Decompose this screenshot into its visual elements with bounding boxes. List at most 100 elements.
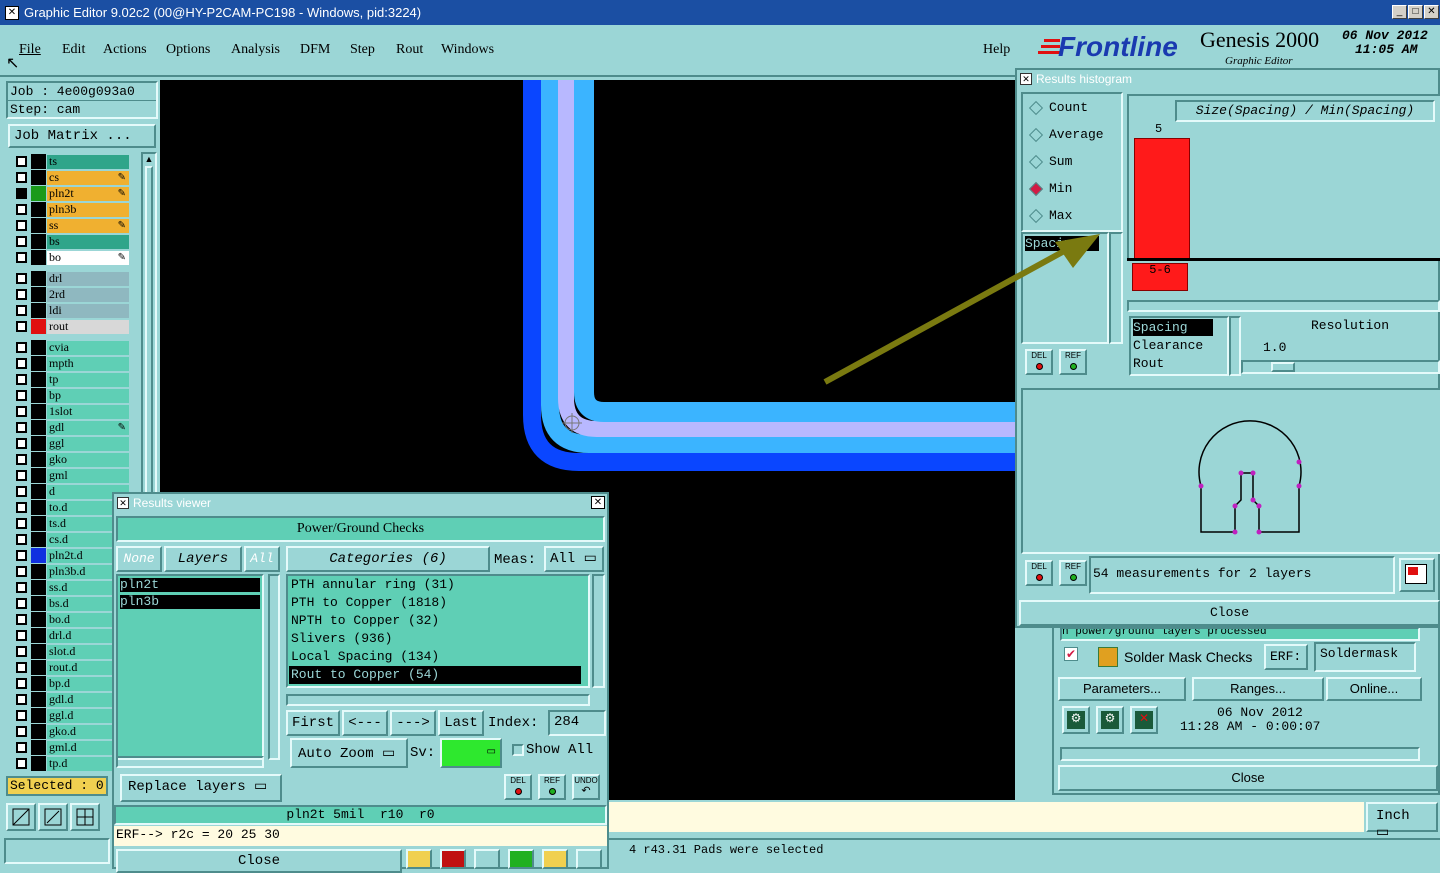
menu-step[interactable]: Step xyxy=(350,42,375,58)
layer-row[interactable]: 2rd xyxy=(16,287,129,302)
layer-color-swatch[interactable] xyxy=(31,154,46,169)
layer-color-swatch[interactable] xyxy=(31,218,46,233)
type-list-scrollbar[interactable] xyxy=(1229,316,1241,376)
layer-name[interactable]: drl xyxy=(47,271,129,286)
layer-checkbox[interactable] xyxy=(16,358,27,369)
layer-row[interactable]: cvia xyxy=(16,340,129,355)
rv-del-button[interactable]: DEL xyxy=(504,774,532,800)
layer-item[interactable]: pln3b xyxy=(120,595,260,609)
layer-color-swatch[interactable] xyxy=(31,372,46,387)
online-button[interactable]: Online... xyxy=(1326,677,1422,701)
auto-zoom-dropdown[interactable]: Auto Zoom ▭ xyxy=(290,738,408,768)
layer-color-swatch[interactable] xyxy=(31,340,46,355)
checks-hscroll[interactable] xyxy=(1060,747,1420,761)
layer-color-swatch[interactable] xyxy=(31,644,46,659)
layer-checkbox[interactable] xyxy=(16,678,27,689)
mode-count[interactable]: Count xyxy=(1028,100,1088,115)
layer-color-swatch[interactable] xyxy=(31,756,46,771)
layer-row[interactable]: cs ✎ xyxy=(16,170,129,185)
layer-checkbox[interactable] xyxy=(16,630,27,641)
sv-color-dropdown[interactable]: ▭ xyxy=(440,738,502,768)
layer-color-swatch[interactable] xyxy=(31,452,46,467)
run-selected-button[interactable]: ⚙ xyxy=(1096,706,1124,734)
none-button[interactable]: None xyxy=(116,546,162,572)
mode-max[interactable]: Max xyxy=(1028,208,1072,223)
category-hscroll[interactable] xyxy=(286,694,590,706)
show-all-checkbox[interactable] xyxy=(512,744,524,756)
layer-color-swatch[interactable] xyxy=(31,740,46,755)
menu-file[interactable]: File xyxy=(19,42,41,58)
layer-color-swatch[interactable] xyxy=(31,516,46,531)
layer-checkbox[interactable] xyxy=(16,758,27,769)
layer-color-swatch[interactable] xyxy=(31,484,46,499)
measure-tool-button[interactable] xyxy=(38,803,68,831)
layer-name[interactable]: ldi xyxy=(47,303,129,318)
layer-checkbox[interactable] xyxy=(16,742,27,753)
histogram-bar[interactable] xyxy=(1134,138,1190,260)
layer-checkbox[interactable] xyxy=(16,289,27,300)
layer-color-swatch[interactable] xyxy=(31,170,46,185)
tool-icon-5[interactable] xyxy=(542,849,568,869)
layer-row[interactable]: tp xyxy=(16,372,129,387)
layer-name[interactable]: gml xyxy=(47,468,129,483)
layer-row[interactable]: drl xyxy=(16,271,129,286)
units-dropdown[interactable]: Inch ▭ xyxy=(1366,802,1438,841)
check-item-name[interactable]: Solder Mask Checks xyxy=(1124,649,1252,665)
type-rout[interactable]: Rout xyxy=(1131,355,1227,373)
tool-icon-4[interactable] xyxy=(508,849,534,869)
first-button[interactable]: First xyxy=(286,710,340,736)
tool-icon-2[interactable] xyxy=(440,849,466,869)
layer-name[interactable]: rout xyxy=(47,319,129,334)
layer-color-swatch[interactable] xyxy=(31,500,46,515)
layer-name[interactable]: 2rd xyxy=(47,287,129,302)
erf-value[interactable]: Soldermask xyxy=(1314,642,1416,672)
mode-average[interactable]: Average xyxy=(1028,127,1104,142)
slider-handle[interactable] xyxy=(1271,362,1295,372)
chart-hscroll[interactable] xyxy=(1127,300,1440,312)
preview-ref-button[interactable]: REF xyxy=(1059,560,1087,586)
layer-color-swatch[interactable] xyxy=(31,303,46,318)
layer-color-swatch[interactable] xyxy=(31,202,46,217)
category-item[interactable]: Rout to Copper (54) xyxy=(289,666,581,684)
layer-checkbox[interactable] xyxy=(16,374,27,385)
layer-color-swatch[interactable] xyxy=(31,708,46,723)
layer-row[interactable]: bp xyxy=(16,388,129,403)
scroll-up-icon[interactable]: ▲ xyxy=(143,154,155,164)
layer-color-swatch[interactable] xyxy=(31,234,46,249)
category-item[interactable]: Local Spacing (134) xyxy=(289,648,581,666)
stop-run-button[interactable]: ✕ xyxy=(1130,706,1158,734)
layer-checkbox[interactable] xyxy=(16,518,27,529)
layer-checkbox[interactable] xyxy=(16,662,27,673)
layer-name[interactable]: tp xyxy=(47,372,129,387)
layer-color-swatch[interactable] xyxy=(31,186,46,201)
layer-color-swatch[interactable] xyxy=(31,319,46,334)
layer-item[interactable]: pln2t xyxy=(120,578,260,592)
layer-checkbox[interactable] xyxy=(16,188,27,199)
close-window-button[interactable]: ✕ xyxy=(1424,5,1439,19)
layer-color-swatch[interactable] xyxy=(31,271,46,286)
category-item[interactable]: PTH annular ring (31) xyxy=(289,576,581,594)
layer-name[interactable]: mpth xyxy=(47,356,129,371)
menu-rout[interactable]: Rout xyxy=(396,42,423,58)
layer-checkbox[interactable] xyxy=(16,204,27,215)
results-close-button[interactable]: Close xyxy=(116,849,402,873)
layer-name[interactable]: ggl xyxy=(47,436,129,451)
measure-list-scrollbar[interactable] xyxy=(1109,232,1123,344)
grid-tool-button[interactable] xyxy=(70,803,100,831)
minimize-button[interactable]: _ xyxy=(1392,5,1407,19)
last-button[interactable]: Last xyxy=(438,710,484,736)
layer-checkbox[interactable] xyxy=(16,726,27,737)
layer-row[interactable]: 1slot xyxy=(16,404,129,419)
layer-checkbox[interactable] xyxy=(16,486,27,497)
layer-checkbox[interactable] xyxy=(16,694,27,705)
category-item[interactable]: Slivers (936) xyxy=(289,630,581,648)
layer-name[interactable]: ss ✎ xyxy=(47,218,129,233)
resolution-slider[interactable] xyxy=(1241,360,1440,374)
layer-color-swatch[interactable] xyxy=(31,692,46,707)
layer-row[interactable]: ts xyxy=(16,154,129,169)
layer-row[interactable]: gdl ✎ xyxy=(16,420,129,435)
index-input[interactable]: 284 xyxy=(548,710,606,736)
layer-checkbox[interactable] xyxy=(16,172,27,183)
layer-checkbox[interactable] xyxy=(16,614,27,625)
layer-row[interactable]: ggl xyxy=(16,436,129,451)
